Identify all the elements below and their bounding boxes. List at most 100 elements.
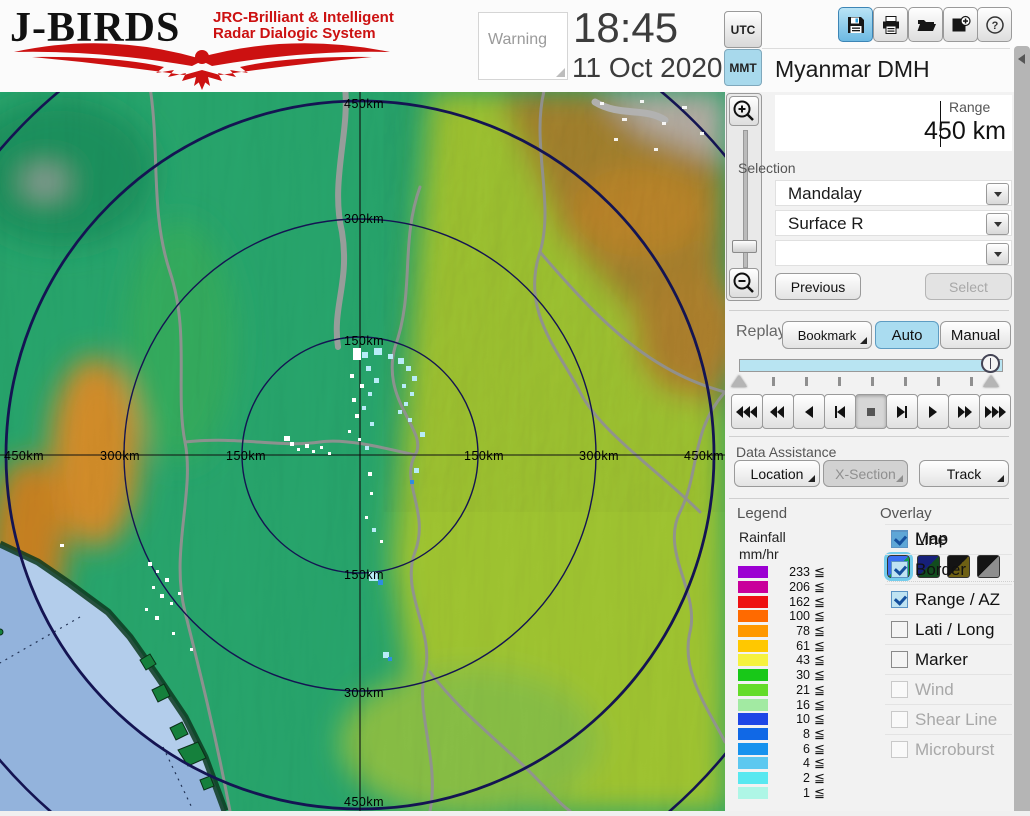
legend-value: 6 xyxy=(768,742,810,756)
select-button[interactable]: Select xyxy=(925,273,1012,300)
overlay-checkbox[interactable] xyxy=(891,681,908,698)
legend-color-swatch xyxy=(738,581,768,593)
slider-tick xyxy=(904,377,907,386)
slider-tick xyxy=(772,377,775,386)
open-folder-icon xyxy=(916,15,936,35)
add-image-button[interactable] xyxy=(943,7,978,42)
dropdown-button[interactable] xyxy=(986,243,1009,265)
resize-grip-icon[interactable] xyxy=(556,68,565,77)
fastest-rewind-button[interactable] xyxy=(731,394,763,429)
bookmark-button[interactable]: Bookmark xyxy=(782,321,872,349)
dropdown-button[interactable] xyxy=(986,213,1009,235)
play-icon xyxy=(921,405,945,419)
manual-mode-button[interactable]: Manual xyxy=(940,321,1011,349)
option-dropdown[interactable] xyxy=(775,240,1012,266)
overlay-label: Wind xyxy=(915,680,954,700)
step-forward-button[interactable] xyxy=(886,394,918,429)
panel-collapse-strip[interactable] xyxy=(1014,46,1030,811)
stop-button[interactable] xyxy=(855,394,887,429)
open-folder-button[interactable] xyxy=(908,7,943,42)
legend-color-swatch xyxy=(738,699,768,711)
step-backward-button[interactable] xyxy=(824,394,856,429)
legend-value: 61 xyxy=(768,639,810,653)
menu-corner-triangle-icon xyxy=(896,475,903,482)
overlay-checkbox[interactable] xyxy=(891,531,908,548)
fastest-forward-button[interactable] xyxy=(979,394,1011,429)
overlay-checkbox[interactable] xyxy=(891,741,908,758)
stop-icon xyxy=(859,405,883,419)
svg-text:450km: 450km xyxy=(344,97,384,111)
legend-unit-line2: mm/hr xyxy=(739,546,786,563)
clock-date: 11 Oct 2020 xyxy=(572,52,722,84)
station-dropdown[interactable]: Mandalay xyxy=(775,180,1012,206)
play-button[interactable] xyxy=(917,394,949,429)
legend-operator: ≦ xyxy=(814,579,825,595)
location-button[interactable]: Location xyxy=(734,460,820,487)
legend-row: 233 ≦ xyxy=(738,565,858,580)
slider-tick xyxy=(970,377,973,386)
legend-row: 4 ≦ xyxy=(738,756,858,771)
legend-color-swatch xyxy=(738,787,768,799)
legend-value: 233 xyxy=(768,565,810,579)
logo-subtitle-line1: JRC-Brilliant & Intelligent xyxy=(213,10,394,26)
play-backward-button[interactable] xyxy=(793,394,825,429)
fast-rewind-icon xyxy=(766,405,790,419)
legend-color-swatch xyxy=(738,596,768,608)
overlay-label: Shear Line xyxy=(915,710,997,730)
legend-value: 30 xyxy=(768,668,810,682)
zoom-slider-handle[interactable] xyxy=(732,240,757,253)
legend-title: Legend xyxy=(737,505,787,522)
legend-color-swatch xyxy=(738,625,768,637)
overlay-checkbox[interactable] xyxy=(891,711,908,728)
utc-button[interactable]: UTC xyxy=(724,11,762,48)
svg-text:450km: 450km xyxy=(684,449,724,463)
legend-operator: ≦ xyxy=(814,652,825,668)
warning-panel[interactable]: Warning xyxy=(478,12,568,80)
zoom-out-button[interactable] xyxy=(729,268,759,298)
print-button[interactable] xyxy=(873,7,908,42)
slider-start-marker-icon[interactable] xyxy=(731,375,747,387)
zoom-in-button[interactable] xyxy=(729,96,759,126)
auto-mode-button[interactable]: Auto xyxy=(875,321,939,349)
legend-color-swatch xyxy=(738,713,768,725)
radar-map[interactable]: 450km 300km 150km 150km 300km 450km 450k… xyxy=(0,92,725,811)
slider-end-marker-icon[interactable] xyxy=(983,375,999,387)
overlay-checkbox[interactable] xyxy=(891,591,908,608)
previous-button[interactable]: Previous xyxy=(775,273,861,300)
legend-operator: ≦ xyxy=(814,770,825,786)
fast-forward-button[interactable] xyxy=(948,394,980,429)
legend-value: 21 xyxy=(768,683,810,697)
svg-text:450km: 450km xyxy=(4,449,44,463)
overlay-checkbox[interactable] xyxy=(891,651,908,668)
legend-row: 43 ≦ xyxy=(738,653,858,668)
legend-row: 78 ≦ xyxy=(738,624,858,639)
legend-color-swatch xyxy=(738,728,768,740)
x-section-button[interactable]: X-Section xyxy=(823,460,908,487)
legend-row: 100 ≦ xyxy=(738,609,858,624)
save-button[interactable] xyxy=(838,7,873,42)
replay-slider-track[interactable] xyxy=(739,359,1003,372)
legend-value: 78 xyxy=(768,624,810,638)
legend-row: 61 ≦ xyxy=(738,638,858,653)
legend-value: 8 xyxy=(768,727,810,741)
replay-slider-thumb[interactable] xyxy=(981,354,1000,373)
section-divider xyxy=(729,436,1009,437)
overlay-checkbox[interactable] xyxy=(891,561,908,578)
product-dropdown[interactable]: Surface R xyxy=(775,210,1012,236)
overlay-checkbox[interactable] xyxy=(891,621,908,638)
help-button[interactable]: ? xyxy=(977,7,1012,42)
add-image-icon xyxy=(951,15,971,35)
legend-row: 6 ≦ xyxy=(738,741,858,756)
fast-rewind-button[interactable] xyxy=(762,394,794,429)
radar-map-canvas: 450km 300km 150km 150km 300km 450km 450k… xyxy=(0,92,725,811)
legend-operator: ≦ xyxy=(814,697,825,713)
jbirds-app: { "header": { "logo": { "title": "J-BIRD… xyxy=(0,0,1030,811)
track-button[interactable]: Track xyxy=(919,460,1009,487)
legend-operator: ≦ xyxy=(814,564,825,580)
legend-color-swatch xyxy=(738,566,768,578)
mmt-button[interactable]: MMT xyxy=(724,49,762,86)
bookmark-button-label: Bookmark xyxy=(798,328,857,343)
dropdown-button[interactable] xyxy=(986,183,1009,205)
svg-text:150km: 150km xyxy=(464,449,504,463)
collapse-arrow-icon[interactable] xyxy=(1018,54,1025,64)
